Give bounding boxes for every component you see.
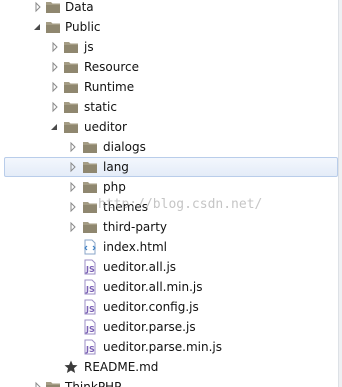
js-file-icon: JS — [84, 259, 96, 275]
folder-icon — [46, 2, 60, 13]
tree-item-label: ueditor.parse.min.js — [103, 340, 223, 354]
folder-icon — [46, 382, 60, 387]
tree-item-label: Runtime — [84, 80, 135, 94]
tree-item-static[interactable]: static — [0, 97, 342, 117]
tree-item-js[interactable]: js — [0, 37, 342, 57]
chevron-right-icon[interactable] — [68, 181, 78, 193]
chevron-right-icon[interactable] — [33, 381, 43, 387]
chevron-right-icon[interactable] — [68, 141, 78, 153]
tree-item-label: Data — [65, 0, 94, 14]
tree-item-label: lang — [103, 160, 129, 174]
chevron-right-icon[interactable] — [68, 201, 78, 213]
chevron-right-icon[interactable] — [50, 61, 60, 73]
chevron-right-icon[interactable] — [50, 81, 60, 93]
tree-item-php[interactable]: php — [0, 177, 342, 197]
chevron-right-icon[interactable] — [50, 41, 60, 53]
triangle-down-icon[interactable] — [49, 121, 59, 133]
chevron-right-icon[interactable] — [68, 161, 78, 173]
folder-icon — [64, 102, 78, 113]
html-file-icon — [84, 239, 96, 255]
tree-item-label: ueditor.config.js — [103, 300, 199, 314]
folder-icon — [83, 142, 97, 153]
tree-item-resource[interactable]: Resource — [0, 57, 342, 77]
tree-item-index-html[interactable]: index.html — [0, 237, 342, 257]
tree-item-themes[interactable]: themes — [0, 197, 342, 217]
tree-item-ueditor-parse-js[interactable]: JS ueditor.parse.js — [0, 317, 342, 337]
triangle-down-icon[interactable] — [32, 21, 42, 33]
js-file-icon: JS — [84, 299, 96, 315]
js-file-icon: JS — [84, 319, 96, 335]
svg-text:JS: JS — [85, 265, 95, 274]
tree-item-label: ueditor.all.min.js — [103, 280, 203, 294]
tree-item-label: themes — [103, 200, 149, 214]
tree-item-label: static — [84, 100, 117, 114]
folder-icon — [83, 222, 97, 233]
tree-item-readme-md[interactable]: README.md — [0, 357, 342, 377]
tree-item-lang[interactable]: lang — [4, 157, 338, 177]
folder-icon — [64, 122, 78, 133]
chevron-right-icon[interactable] — [33, 1, 43, 13]
tree-item-public[interactable]: Public — [0, 17, 342, 37]
tree-item-ueditor[interactable]: ueditor — [0, 117, 342, 137]
tree-item-label: third-party — [103, 220, 168, 234]
svg-text:JS: JS — [85, 345, 95, 354]
js-file-icon: JS — [84, 339, 96, 355]
tree-item-ueditor-parse-min-js[interactable]: JS ueditor.parse.min.js — [0, 337, 342, 357]
folder-icon — [64, 82, 78, 93]
tree-item-runtime[interactable]: Runtime — [0, 77, 342, 97]
tree-item-label: ueditor — [84, 120, 127, 134]
tree-item-ueditor-config-js[interactable]: JS ueditor.config.js — [0, 297, 342, 317]
folder-icon — [83, 162, 97, 173]
tree-item-label: js — [84, 40, 94, 54]
tree-item-thinkphp[interactable]: ThinkPHP — [0, 377, 342, 387]
folder-icon — [64, 42, 78, 53]
js-file-icon: JS — [84, 279, 96, 295]
tree-item-label: dialogs — [103, 140, 146, 154]
tree-item-label: Public — [65, 20, 101, 34]
tree-item-label: index.html — [103, 240, 167, 254]
svg-text:JS: JS — [85, 325, 95, 334]
tree-item-data[interactable]: Data — [0, 0, 342, 17]
svg-text:JS: JS — [85, 305, 95, 314]
tree-item-third-party[interactable]: third-party — [0, 217, 342, 237]
project-explorer-tree: Data Public js Resource Runtime static u… — [0, 0, 342, 387]
folder-icon — [64, 62, 78, 73]
tree-item-label: php — [103, 180, 126, 194]
chevron-right-icon[interactable] — [68, 221, 78, 233]
tree-item-label: ueditor.all.js — [103, 260, 177, 274]
tree-item-dialogs[interactable]: dialogs — [0, 137, 342, 157]
svg-text:JS: JS — [85, 285, 95, 294]
tree-item-label: ueditor.parse.js — [103, 320, 196, 334]
tree-item-label: README.md — [84, 360, 159, 374]
folder-icon — [83, 182, 97, 193]
panel-right-border — [338, 0, 342, 387]
tree-item-ueditor-all-min-js[interactable]: JS ueditor.all.min.js — [0, 277, 342, 297]
folder-icon — [46, 22, 60, 33]
tree-item-label: Resource — [84, 60, 140, 74]
readme-star-icon — [64, 360, 78, 373]
tree-item-label: ThinkPHP — [65, 380, 122, 387]
folder-icon — [83, 202, 97, 213]
tree-item-ueditor-all-js[interactable]: JS ueditor.all.js — [0, 257, 342, 277]
chevron-right-icon[interactable] — [50, 101, 60, 113]
